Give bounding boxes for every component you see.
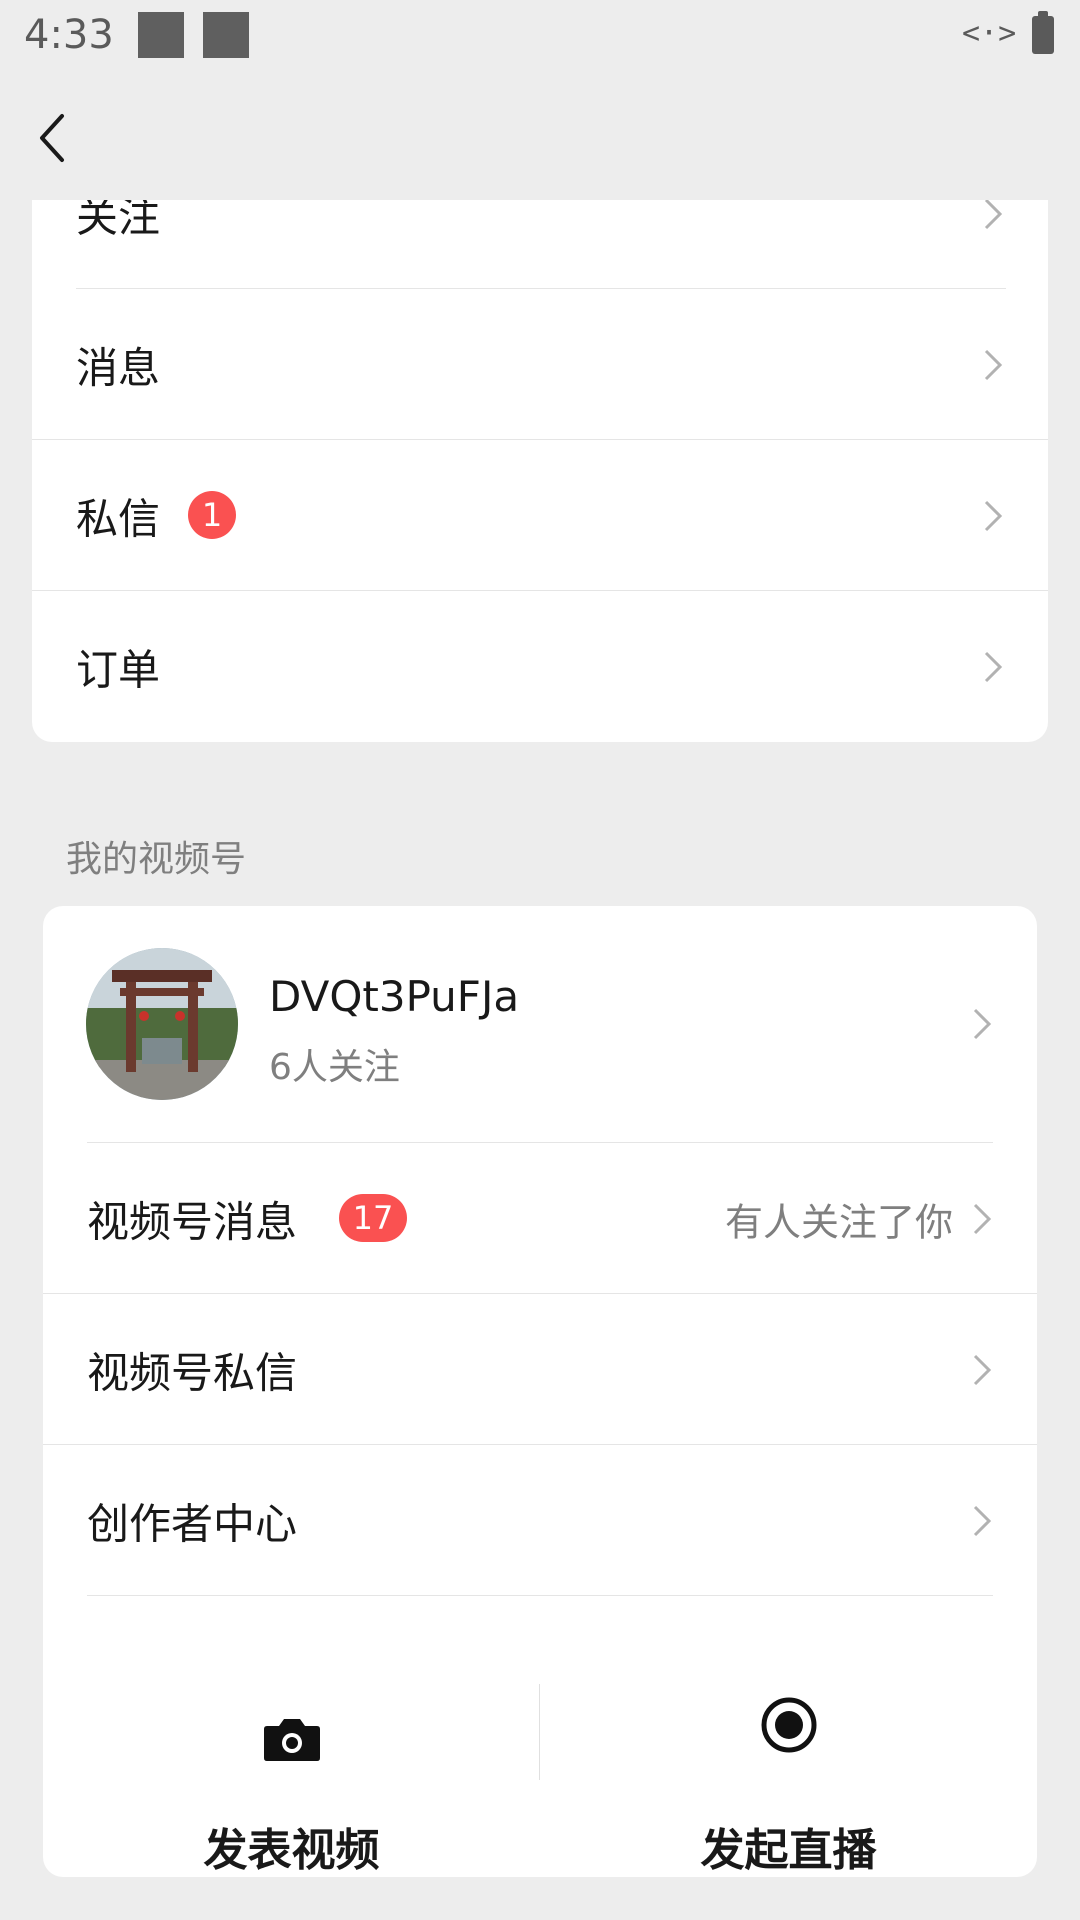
channel-actions: 发表视频 发起直播 — [43, 1596, 1037, 1877]
action-label: 发起直播 — [700, 1825, 877, 1876]
chevron-left-icon — [40, 114, 64, 162]
menu-item-label: 视频号消息 — [87, 1197, 298, 1246]
channel-private-messages-item[interactable]: 视频号私信 — [43, 1294, 1037, 1445]
menu-item-messages[interactable]: 消息 — [32, 289, 1048, 440]
chevron-right-icon — [973, 1354, 992, 1385]
section-title: 我的视频号 — [66, 839, 247, 880]
battery-icon — [1032, 11, 1054, 54]
creator-center-item[interactable]: 创作者中心 — [43, 1445, 1037, 1596]
post-video-button[interactable]: 发表视频 — [43, 1596, 540, 1877]
channel-profile-row[interactable]: DVQt3PuFJa 6人关注 — [43, 906, 1037, 1143]
channel-name: DVQt3PuFJa — [269, 972, 520, 1021]
status-time: 4:33 — [24, 12, 114, 58]
live-record-icon — [761, 1697, 816, 1753]
notification-icon — [138, 12, 184, 58]
menu-item-label: 视频号私信 — [87, 1348, 298, 1397]
menu-item-private-messages[interactable]: 私信 1 — [32, 440, 1048, 591]
avatar-image — [86, 948, 238, 1100]
notification-icon — [203, 12, 249, 58]
back-button[interactable] — [30, 108, 80, 168]
start-live-button[interactable]: 发起直播 — [540, 1596, 1037, 1877]
menu-item-label: 关注 — [76, 200, 161, 241]
channel-messages-item[interactable]: 视频号消息 17 有人关注了你 — [43, 1143, 1037, 1294]
status-bar: 4:33 <·> — [0, 0, 1080, 75]
unread-badge: 1 — [188, 491, 236, 539]
chevron-right-icon — [984, 200, 1003, 229]
chevron-right-icon — [984, 651, 1003, 682]
avatar — [86, 948, 238, 1100]
menu-item-label: 创作者中心 — [87, 1499, 298, 1548]
unread-badge: 17 — [339, 1194, 407, 1242]
camera-icon — [263, 1719, 320, 1761]
menu-item-label: 私信 — [76, 494, 161, 543]
menu-item-label: 订单 — [76, 645, 161, 694]
data-transfer-icon: <·> — [962, 16, 1017, 51]
latest-message-hint: 有人关注了你 — [724, 1200, 953, 1244]
menu-card: 关注 消息 私信 1 订单 — [32, 200, 1048, 742]
chevron-right-icon — [984, 349, 1003, 380]
channels-card: DVQt3PuFJa 6人关注 视频号消息 17 有人关注了你 视频号私信 创作… — [43, 906, 1037, 1877]
chevron-right-icon — [973, 1203, 992, 1234]
chevron-right-icon — [973, 1008, 992, 1040]
menu-item-orders[interactable]: 订单 — [32, 591, 1048, 742]
menu-item-label: 消息 — [76, 343, 161, 392]
chevron-right-icon — [984, 500, 1003, 531]
action-label: 发表视频 — [203, 1825, 380, 1876]
menu-item-follow[interactable]: 关注 — [32, 200, 1048, 289]
follower-count: 6人关注 — [269, 1047, 400, 1088]
chevron-right-icon — [973, 1505, 992, 1536]
